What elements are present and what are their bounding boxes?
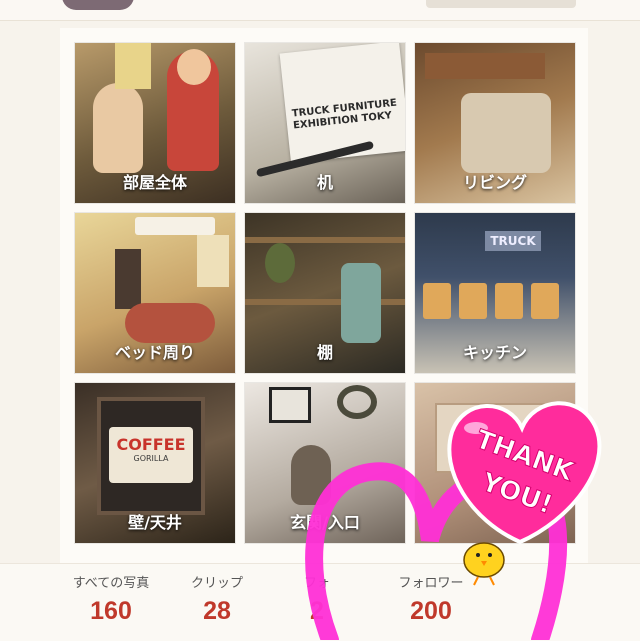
- category-label: キッチン: [462, 343, 527, 362]
- category-tile-kitchen[interactable]: TRUCK キッチン: [415, 213, 575, 373]
- category-label: 棚: [316, 343, 333, 362]
- category-tile-other[interactable]: [415, 383, 575, 543]
- stat-label: フォロワー: [398, 576, 464, 591]
- coffee-title: COFFEE: [116, 435, 186, 454]
- glass: [531, 283, 559, 319]
- stat-value: 28: [203, 597, 231, 625]
- category-tile-bed[interactable]: ベッド周り: [75, 213, 235, 373]
- category-label: 机: [316, 173, 333, 192]
- stat-label: フォ: [303, 576, 330, 591]
- stat-label: すべての写真: [72, 576, 150, 591]
- glass: [459, 283, 487, 319]
- category-tile-living[interactable]: リビング: [415, 43, 575, 203]
- category-label: 玄関/入口: [290, 513, 360, 532]
- top-action-button[interactable]: [426, 0, 576, 8]
- category-tile-wall[interactable]: COFFEE GORILLA 壁/天井: [75, 383, 235, 543]
- cushion: [461, 93, 551, 173]
- bed-items: [125, 303, 215, 343]
- exhibition-title: TRUCK FURNITURE EXHIBITION TOKY: [291, 98, 398, 133]
- aircon: [135, 217, 215, 235]
- window: [197, 235, 229, 287]
- poster: [115, 43, 151, 89]
- category-label: リビング: [462, 173, 527, 192]
- glass: [495, 283, 523, 319]
- cat: [291, 445, 331, 505]
- top-bar: [0, 0, 640, 21]
- plant: [265, 243, 295, 283]
- category-tile-entrance[interactable]: 玄関/入口: [245, 383, 405, 543]
- bottles: [341, 263, 381, 343]
- doll-head: [177, 49, 211, 85]
- kitchen-sign-text: TRUCK: [490, 234, 536, 248]
- shelf-board: [245, 237, 405, 243]
- category-tile-shelf[interactable]: 棚: [245, 213, 405, 373]
- stat-value: 160: [90, 597, 132, 625]
- category-grid: 部屋全体 TRUCK FURNITURE EXHIBITION TOKY 机 リ…: [75, 43, 575, 543]
- category-label: 壁/天井: [128, 513, 182, 532]
- doll-figure: [93, 83, 143, 173]
- stat-value: 200: [410, 597, 452, 625]
- exhibition-card: TRUCK FURNITURE EXHIBITION TOKY: [279, 43, 405, 163]
- kitchen-sign: TRUCK: [485, 231, 541, 251]
- stat-all-photos[interactable]: すべての写真 160: [56, 572, 166, 626]
- wall-art: [115, 249, 141, 309]
- glass: [423, 283, 451, 319]
- coffee-sign: COFFEE GORILLA: [97, 397, 205, 515]
- coffee-subtitle: GORILLA: [133, 454, 169, 463]
- category-label: 部屋全体: [122, 173, 187, 192]
- stat-label: クリップ: [190, 576, 243, 591]
- avatar[interactable]: [62, 0, 134, 10]
- stat-following[interactable]: フォ 2: [262, 572, 372, 626]
- wreath: [337, 385, 377, 419]
- stat-value: 2: [310, 597, 324, 625]
- category-tile-room[interactable]: 部屋全体: [75, 43, 235, 203]
- category-label: ベッド周り: [114, 343, 195, 362]
- coffee-plate: COFFEE GORILLA: [109, 427, 193, 483]
- category-tile-desk[interactable]: TRUCK FURNITURE EXHIBITION TOKY 机: [245, 43, 405, 203]
- picture-frame: [269, 387, 311, 423]
- shelf: [425, 53, 545, 79]
- stat-followers[interactable]: フォロワー 200: [376, 572, 486, 626]
- box: [435, 403, 555, 473]
- shelf-board: [245, 299, 405, 305]
- stat-clips[interactable]: クリップ 28: [162, 572, 272, 626]
